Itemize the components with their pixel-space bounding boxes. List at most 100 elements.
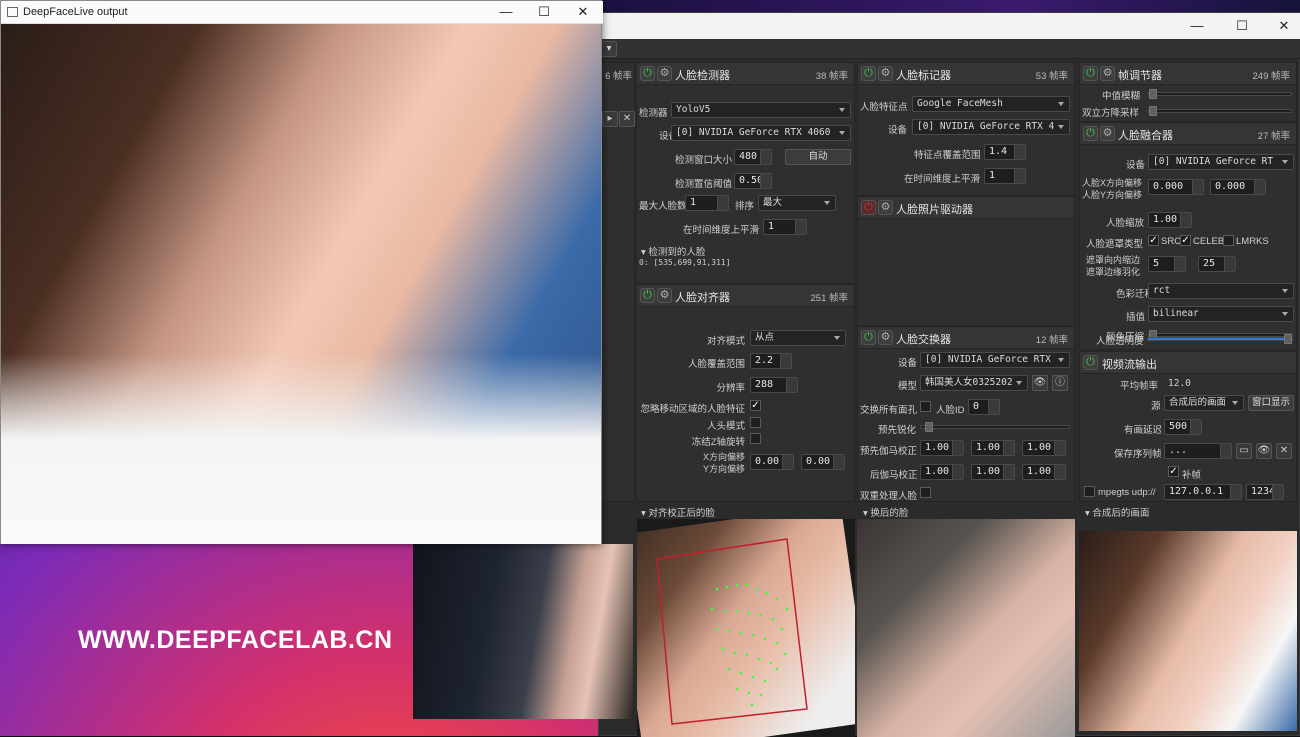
device-select[interactable]: [0] NVIDIA GeForce RTX — [920, 352, 1070, 368]
temporal-spinbox[interactable]: 1 — [984, 168, 1026, 184]
max-faces-spinbox[interactable]: 1 — [685, 195, 729, 211]
z-rotation-checkbox[interactable] — [750, 433, 761, 444]
color-transfer-select[interactable]: rct — [1148, 283, 1294, 299]
power-icon[interactable]: ⏻ — [1083, 66, 1098, 81]
settings-icon[interactable]: ⚙ — [1100, 66, 1115, 81]
threshold-spinbox[interactable]: 0.50 — [734, 173, 772, 189]
source-select[interactable]: 合成后的画面 — [1164, 395, 1244, 411]
post-gamma-b[interactable]: 1.00 — [1022, 464, 1066, 480]
auto-button[interactable]: 自动 — [785, 149, 851, 165]
arrow-icon[interactable]: ▸ — [602, 111, 618, 127]
post-gamma-g[interactable]: 1.00 — [971, 464, 1015, 480]
marker-type-select[interactable]: Google FaceMesh — [912, 96, 1070, 112]
face-id-spinbox[interactable]: 0 — [968, 399, 1000, 415]
two-pass-checkbox[interactable] — [920, 487, 931, 498]
opacity-slider[interactable] — [1147, 334, 1293, 344]
aligned-face-preview — [637, 519, 855, 737]
settings-icon[interactable]: ⚙ — [878, 330, 893, 345]
detected-expander[interactable]: ▾ 检测到的人脸 — [641, 244, 705, 258]
mpegts-checkbox[interactable] — [1084, 486, 1095, 497]
power-icon[interactable]: ⏻ — [861, 330, 876, 345]
pre-sharpen-slider[interactable] — [920, 422, 1070, 432]
close-icon[interactable]: ✕ — [619, 111, 635, 127]
head-mode-checkbox[interactable] — [750, 417, 761, 428]
pre-gamma-r[interactable]: 1.00 — [920, 440, 964, 456]
port-input[interactable]: 1234 — [1246, 484, 1284, 500]
aligned-face-expander[interactable]: ▾ 对齐校正后的脸 — [641, 505, 715, 519]
x-offset-spinbox[interactable]: 0.00 — [750, 454, 794, 470]
coverage-spinbox[interactable]: 2.2 — [750, 353, 792, 369]
close-button[interactable]: ✕ — [1269, 17, 1299, 35]
window-size-spinbox[interactable]: 480 — [734, 149, 772, 165]
slider-handle[interactable] — [1284, 334, 1292, 344]
panel-header: ⏻ ⚙ 人脸标记器 53 帧率 — [858, 63, 1074, 85]
minimize-button[interactable]: — — [491, 3, 521, 21]
close-icon[interactable]: ✕ — [1276, 443, 1292, 459]
menu-dropdown-button[interactable]: ▾ — [601, 41, 617, 57]
swapped-face-expander[interactable]: ▾ 换后的脸 — [863, 505, 908, 519]
power-icon[interactable]: ⏻ — [640, 288, 655, 303]
window-display-button[interactable]: 窗口显示 — [1248, 395, 1294, 411]
bilateral-slider[interactable] — [1148, 106, 1292, 116]
erode-spinbox[interactable]: 5 — [1148, 256, 1186, 272]
mask-lmrks-checkbox[interactable] — [1223, 235, 1234, 246]
watermark-text: WWW.DEEPFACELAB.CN — [78, 626, 393, 654]
eye-icon[interactable]: 👁 — [1032, 375, 1048, 391]
merged-frame-expander[interactable]: ▾ 合成后的画面 — [1085, 505, 1149, 519]
scale-spinbox[interactable]: 1.00 — [1148, 212, 1192, 228]
minimize-button[interactable]: — — [1182, 17, 1212, 35]
power-icon[interactable]: ⏻ — [861, 66, 876, 81]
settings-icon[interactable]: ⚙ — [1100, 126, 1115, 141]
save-path-input[interactable]: ... — [1164, 443, 1232, 459]
eye-icon[interactable]: 👁 — [1256, 443, 1272, 459]
slider-handle[interactable] — [925, 422, 933, 432]
settings-icon[interactable]: ⚙ — [657, 288, 672, 303]
coverage-spinbox[interactable]: 1.4 — [984, 144, 1026, 160]
resolution-spinbox[interactable]: 288 — [750, 377, 798, 393]
close-button[interactable]: ✕ — [568, 3, 598, 21]
mask-src-checkbox[interactable]: ✓ — [1148, 235, 1159, 246]
x-offset-spinbox[interactable]: 0.000 — [1148, 179, 1204, 195]
face-detector-panel: ⏻ ⚙ 人脸检测器 38 帧率 检测器 YoloV5 设备 [0] NVIDIA… — [636, 62, 855, 284]
pre-gamma-b[interactable]: 1.00 — [1022, 440, 1066, 456]
slider-handle[interactable] — [1149, 106, 1157, 116]
ip-input[interactable]: 127.0.0.1 — [1164, 484, 1242, 500]
panel-title: 人脸检测器 — [675, 70, 730, 82]
interpolation-select[interactable]: bilinear — [1148, 306, 1294, 322]
y-offset-spinbox[interactable]: 0.00 — [801, 454, 845, 470]
settings-icon[interactable]: ⚙ — [878, 200, 893, 215]
blur-spinbox[interactable]: 25 — [1198, 256, 1236, 272]
panel-fps: 27 帧率 — [1257, 131, 1290, 142]
power-icon[interactable]: ⏻ — [1083, 355, 1098, 370]
info-icon[interactable]: ⓘ — [1052, 375, 1068, 391]
swap-all-checkbox[interactable] — [920, 401, 931, 412]
model-select[interactable]: 韩国美人女0325202 — [920, 375, 1028, 391]
y-offset-spinbox[interactable]: 0.000 — [1210, 179, 1266, 195]
face-swapper-panel: ⏻ ⚙ 人脸交换器 12 帧率 设备 [0] NVIDIA GeForce RT… — [857, 326, 1075, 502]
sort-select[interactable]: 最大 — [758, 195, 836, 211]
detector-select[interactable]: YoloV5 — [671, 102, 851, 118]
power-icon[interactable]: ⏻ — [1083, 126, 1098, 141]
maximize-button[interactable]: ☐ — [1227, 17, 1257, 35]
post-gamma-r[interactable]: 1.00 — [920, 464, 964, 480]
pre-gamma-g[interactable]: 1.00 — [971, 440, 1015, 456]
swap-all-label: 交换所有面孔 — [860, 405, 918, 416]
fill-frames-checkbox[interactable]: ✓ — [1168, 466, 1179, 477]
device-select[interactable]: [0] NVIDIA GeForce RTX 4 — [912, 119, 1070, 135]
power-icon[interactable]: ⏻ — [861, 200, 876, 215]
window-size-label: 检测窗口大小 — [675, 155, 733, 166]
folder-icon[interactable]: ▭ — [1236, 443, 1252, 459]
exclude-moving-checkbox[interactable]: ✓ — [750, 400, 761, 411]
maximize-button[interactable]: ☐ — [529, 3, 559, 21]
mode-select[interactable]: 从点 — [750, 330, 846, 346]
device-select[interactable]: [0] NVIDIA GeForce RTX 4060 — [671, 125, 851, 141]
settings-icon[interactable]: ⚙ — [657, 66, 672, 81]
power-icon[interactable]: ⏻ — [640, 66, 655, 81]
mask-celeb-checkbox[interactable]: ✓ — [1180, 235, 1191, 246]
device-select[interactable]: [0] NVIDIA GeForce RT — [1148, 154, 1294, 170]
temporal-spinbox[interactable]: 1 — [763, 219, 807, 235]
slider-handle[interactable] — [1149, 89, 1157, 99]
delay-spinbox[interactable]: 500 — [1164, 419, 1202, 435]
median-blur-slider[interactable] — [1148, 89, 1292, 99]
settings-icon[interactable]: ⚙ — [878, 66, 893, 81]
